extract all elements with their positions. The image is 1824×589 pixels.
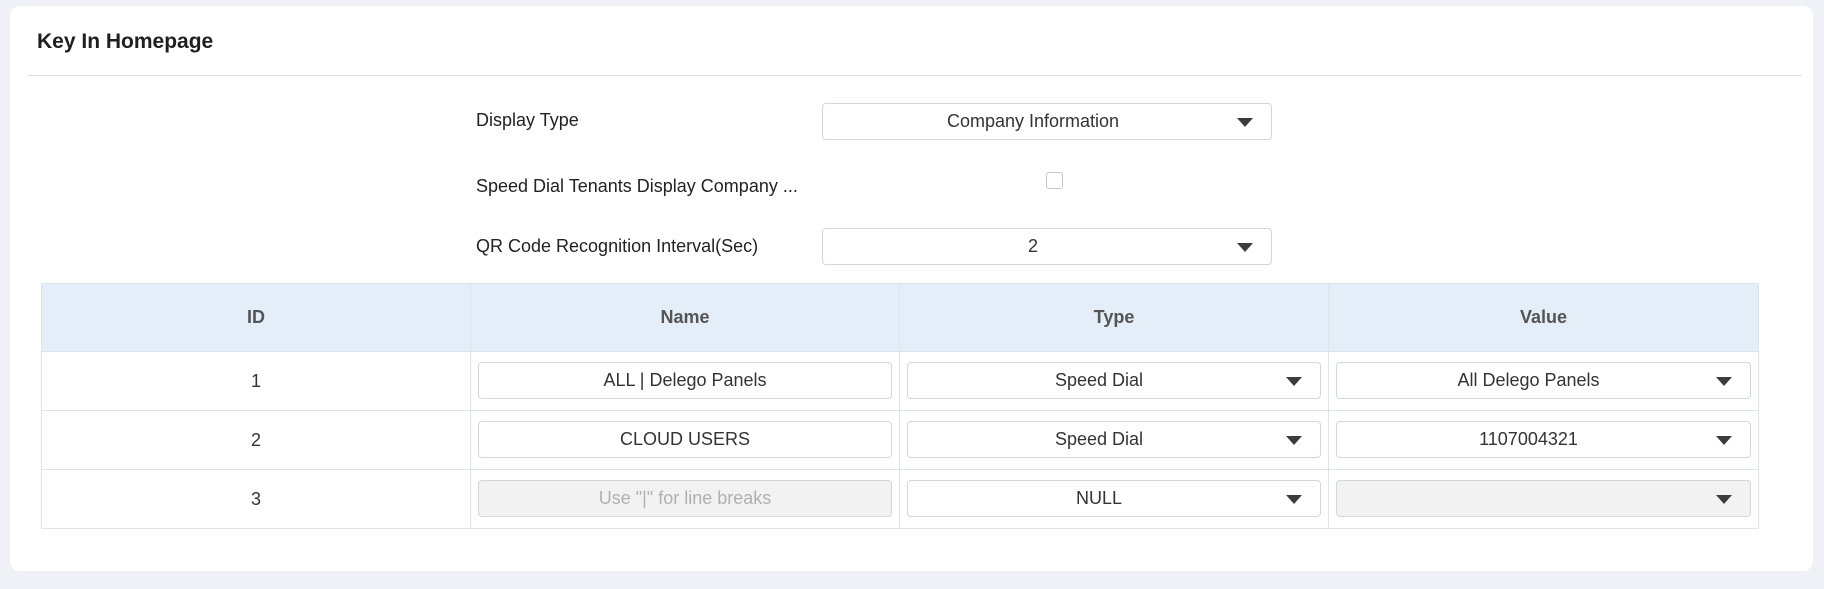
- chevron-down-icon: [1716, 494, 1732, 504]
- type-select[interactable]: NULL: [907, 480, 1321, 517]
- type-cell: NULL: [899, 469, 1329, 529]
- display-type-select[interactable]: Company Information: [822, 103, 1272, 140]
- type-value: NULL: [1075, 488, 1123, 508]
- name-input[interactable]: ALL | Delego Panels: [478, 362, 892, 399]
- table-header-row: ID Name Type Value: [41, 283, 1759, 352]
- chevron-down-icon: [1237, 117, 1253, 127]
- type-cell: Speed Dial: [899, 351, 1329, 411]
- key-table: ID Name Type Value 1 ALL | Delego Panels…: [41, 283, 1759, 529]
- chevron-down-icon: [1286, 435, 1302, 445]
- type-value: Speed Dial: [1054, 370, 1144, 390]
- qr-interval-select[interactable]: 2: [822, 228, 1272, 265]
- value-select[interactable]: [1336, 480, 1751, 517]
- type-select[interactable]: Speed Dial: [907, 421, 1321, 458]
- column-header-type: Type: [899, 283, 1329, 352]
- chevron-down-icon: [1286, 376, 1302, 386]
- column-header-name: Name: [470, 283, 900, 352]
- title-divider: [28, 75, 1802, 76]
- column-header-id: ID: [41, 283, 471, 352]
- panel-title: Key In Homepage: [37, 30, 214, 53]
- qr-interval-label: QR Code Recognition Interval(Sec): [476, 236, 759, 256]
- display-type-value: Company Information: [946, 111, 1120, 131]
- value-cell: All Delego Panels: [1328, 351, 1759, 411]
- table-row: 3 Use "|" for line breaks NULL: [41, 469, 1759, 529]
- value-select[interactable]: All Delego Panels: [1336, 362, 1751, 399]
- type-cell: Speed Dial: [899, 410, 1329, 470]
- name-cell: ALL | Delego Panels: [470, 351, 900, 411]
- name-cell: CLOUD USERS: [470, 410, 900, 470]
- table-row: 2 CLOUD USERS Speed Dial 1107004321: [41, 410, 1759, 470]
- name-input[interactable]: CLOUD USERS: [478, 421, 892, 458]
- speed-dial-company-checkbox[interactable]: [1046, 172, 1063, 189]
- speed-dial-company-label: Speed Dial Tenants Display Company ...: [476, 176, 798, 196]
- chevron-down-icon: [1716, 376, 1732, 386]
- name-input[interactable]: Use "|" for line breaks: [478, 480, 892, 517]
- value-value: 1107004321: [1479, 429, 1578, 449]
- value-cell: [1328, 469, 1759, 529]
- row-id: 2: [41, 410, 471, 470]
- chevron-down-icon: [1237, 242, 1253, 252]
- column-header-value: Value: [1328, 283, 1759, 352]
- type-value: Speed Dial: [1054, 429, 1144, 449]
- value-cell: 1107004321: [1328, 410, 1759, 470]
- qr-interval-value: 2: [1027, 236, 1038, 256]
- row-id: 3: [41, 469, 471, 529]
- type-select[interactable]: Speed Dial: [907, 362, 1321, 399]
- chevron-down-icon: [1286, 494, 1302, 504]
- value-value: All Delego Panels: [1457, 370, 1600, 390]
- table-row: 1 ALL | Delego Panels Speed Dial All Del…: [41, 351, 1759, 411]
- chevron-down-icon: [1716, 435, 1732, 445]
- value-value: [1337, 481, 1720, 516]
- value-select[interactable]: 1107004321: [1336, 421, 1751, 458]
- display-type-label: Display Type: [476, 110, 579, 130]
- row-id: 1: [41, 351, 471, 411]
- name-cell: Use "|" for line breaks: [470, 469, 900, 529]
